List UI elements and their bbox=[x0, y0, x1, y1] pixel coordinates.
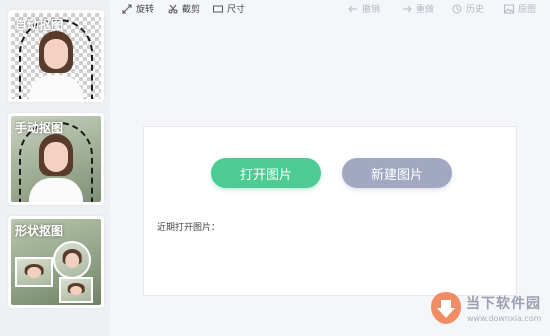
mode-label: 手动抠图 bbox=[15, 121, 64, 135]
undo-arrow-icon bbox=[348, 5, 357, 12]
mode-card-auto-cutout[interactable]: 自动抠图 bbox=[8, 10, 104, 102]
image-icon bbox=[504, 4, 514, 13]
mode-sidebar: 自动抠图 手动抠图 形状抠图 bbox=[0, 0, 110, 336]
rotate-button[interactable]: 旋转 bbox=[122, 2, 154, 15]
size-label: 尺寸 bbox=[227, 5, 246, 15]
watermark-url: www.downxia.com bbox=[467, 314, 542, 323]
manual-cutout-thumbnail: 手动抠图 bbox=[11, 116, 101, 202]
mode-label: 形状抠图 bbox=[15, 224, 64, 238]
scissors-icon bbox=[168, 4, 178, 13]
original-button[interactable]: 原图 bbox=[504, 2, 536, 15]
redo-button[interactable]: 重做 bbox=[402, 2, 434, 15]
redo-arrow-icon bbox=[403, 5, 412, 12]
history-button[interactable]: 历史 bbox=[452, 2, 484, 15]
recent-images-label: 近期打开图片： bbox=[157, 223, 221, 233]
crop-label: 截剪 bbox=[182, 5, 201, 15]
undo-button[interactable]: 撤销 bbox=[348, 2, 380, 15]
rotate-label: 旋转 bbox=[136, 5, 155, 15]
mode-card-shape-cutout[interactable]: 形状抠图 bbox=[8, 216, 104, 308]
top-toolbar: 旋转 截剪 尺寸 撤销 重做 历史 原图 bbox=[110, 0, 550, 16]
shape-sample-circle bbox=[53, 241, 91, 279]
size-icon bbox=[213, 5, 223, 12]
original-label: 原图 bbox=[518, 5, 537, 15]
shape-sample-small bbox=[59, 277, 93, 303]
site-watermark: 当下软件园 www.downxia.com bbox=[428, 290, 550, 336]
portrait bbox=[25, 25, 87, 99]
watermark-title: 当下软件园 bbox=[466, 296, 541, 312]
clock-icon bbox=[452, 4, 462, 13]
shape-sample-rect bbox=[15, 257, 53, 287]
shape-cutout-thumbnail: 形状抠图 bbox=[11, 219, 101, 305]
size-button[interactable]: 尺寸 bbox=[213, 2, 245, 15]
rotate-icon bbox=[122, 4, 132, 13]
mode-label: 自动抠图 bbox=[15, 18, 64, 32]
undo-label: 撤销 bbox=[362, 5, 381, 15]
auto-cutout-thumbnail: 自动抠图 bbox=[11, 13, 101, 99]
download-logo-icon bbox=[431, 292, 461, 324]
redo-label: 重做 bbox=[416, 5, 435, 15]
mode-card-manual-cutout[interactable]: 手动抠图 bbox=[8, 113, 104, 205]
portrait bbox=[25, 128, 87, 202]
history-label: 历史 bbox=[466, 5, 485, 15]
open-image-button[interactable]: 打开图片 bbox=[211, 158, 321, 188]
start-panel: 打开图片 新建图片 近期打开图片： bbox=[143, 126, 517, 296]
crop-button[interactable]: 截剪 bbox=[168, 2, 200, 15]
new-image-button[interactable]: 新建图片 bbox=[342, 158, 452, 188]
